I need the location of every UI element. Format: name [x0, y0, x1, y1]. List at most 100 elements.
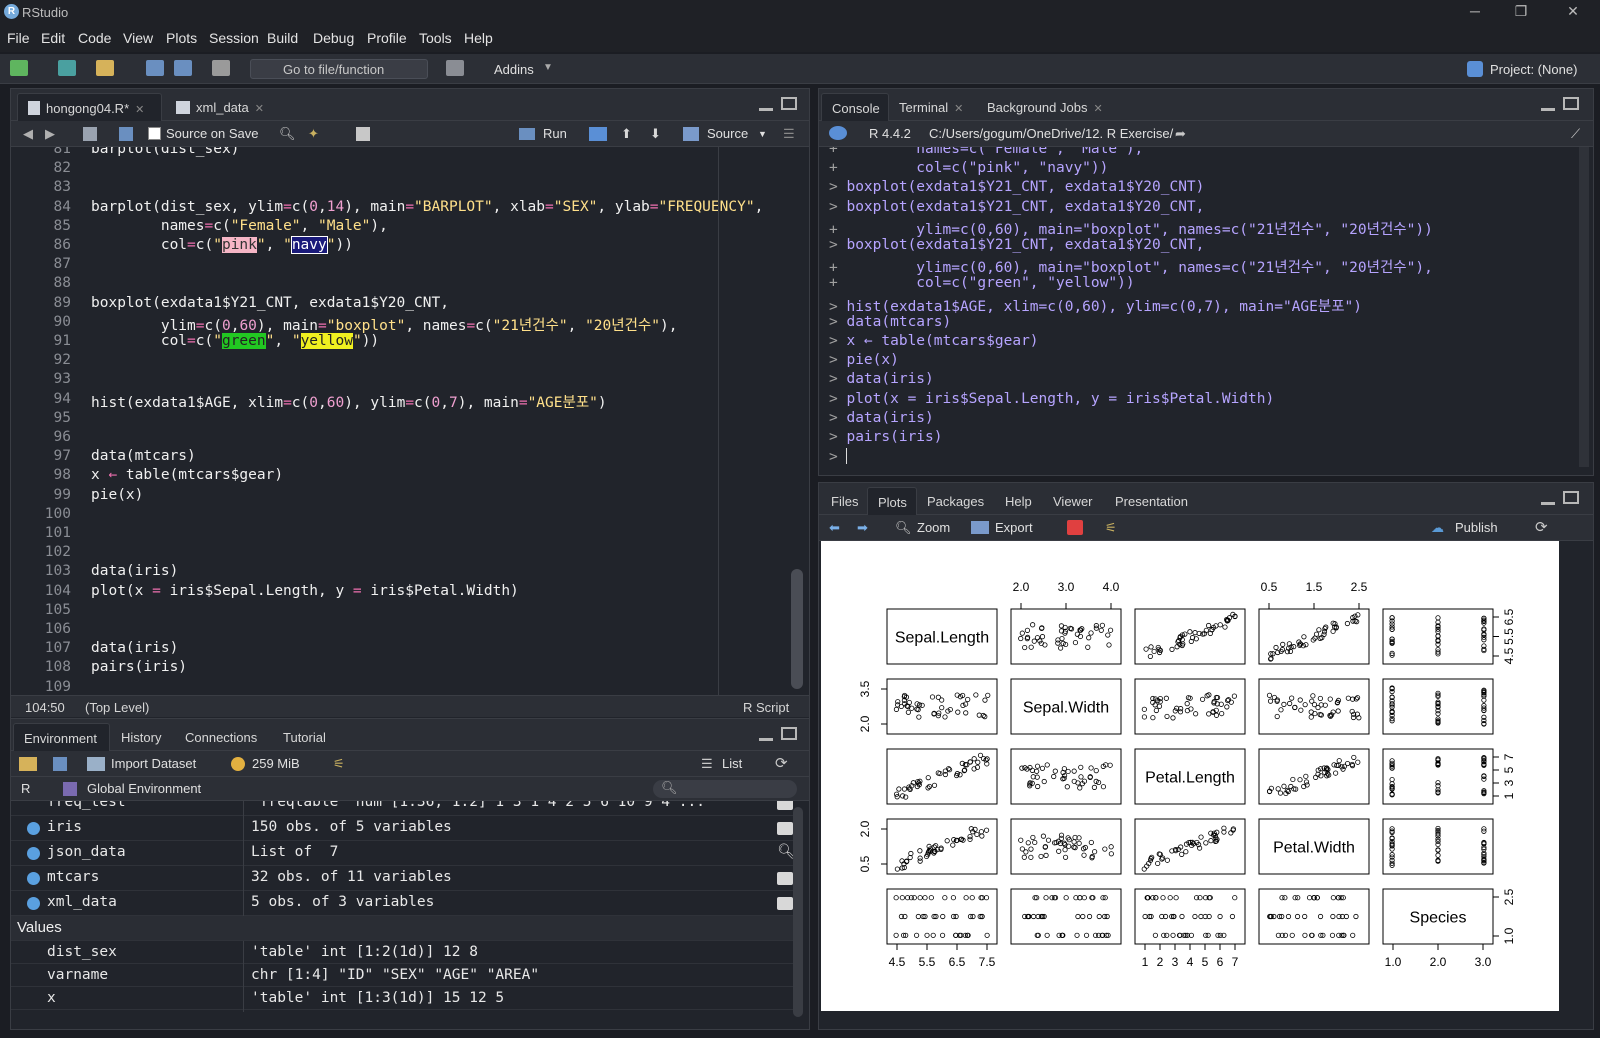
tab-files[interactable]: Files [821, 487, 867, 515]
publish-icon[interactable]: ☁ [1431, 520, 1444, 536]
tab-connections[interactable]: Connections [175, 723, 271, 751]
addins-menu[interactable]: Addins [494, 62, 534, 77]
load-workspace-icon[interactable] [19, 757, 37, 771]
tab-help[interactable]: Help [995, 487, 1043, 515]
environment-search-input[interactable]: 🔍︎ [653, 780, 797, 798]
menu-debug[interactable]: Debug [313, 30, 354, 46]
environment-value-row[interactable]: x 'table' int [1:3(1d)] 15 12 5 [11, 987, 799, 1012]
environment-value-row[interactable]: varname chr [1:4] "ID" "SEX" "AGE" "AREA" [11, 964, 799, 989]
memory-usage[interactable]: 259 MiB [252, 756, 300, 771]
console-scrollbar[interactable] [1579, 147, 1589, 467]
tab-tutorial[interactable]: Tutorial [273, 723, 345, 751]
close-tab-icon[interactable]: ✕ [255, 103, 264, 115]
remove-plot-icon[interactable] [1067, 520, 1083, 535]
environment-data-row[interactable]: json_data List of 7 🔍︎ [11, 841, 799, 866]
minimize-pane-icon[interactable] [1541, 499, 1555, 505]
source-file-icon[interactable] [683, 127, 699, 141]
export-icon[interactable] [971, 521, 989, 534]
menu-edit[interactable]: Edit [41, 30, 65, 46]
new-file-icon[interactable] [10, 60, 28, 76]
console-output[interactable]: + names=c("Female", "Male"), + col=c("pin… [819, 147, 1593, 475]
code-editor[interactable]: 81 barplot(dist_sex) 82 83 84 barplot(dist_se… [11, 147, 809, 695]
maximize-pane-icon[interactable] [781, 727, 797, 740]
tab-history[interactable]: History [111, 723, 175, 751]
environment-data-row[interactable]: mtcars 32 obs. of 11 variables [11, 866, 799, 891]
tab-presentation[interactable]: Presentation [1105, 487, 1201, 515]
zoom-button[interactable]: Zoom [917, 520, 950, 535]
view-table-icon[interactable] [777, 897, 793, 910]
menu-session[interactable]: Session [209, 30, 259, 46]
tab-packages[interactable]: Packages [917, 487, 995, 515]
expand-icon[interactable] [27, 822, 40, 835]
tab-environment[interactable]: Environment [13, 723, 110, 751]
scope-indicator[interactable]: (Top Level) [85, 700, 149, 715]
menu-help[interactable]: Help [464, 30, 493, 46]
environment-data-row[interactable]: freq_test 'freqtable' num [1:36, 1:2] 1 3… [11, 801, 799, 816]
menu-build[interactable]: Build [267, 30, 298, 46]
compile-report-icon[interactable] [356, 127, 370, 141]
minimize-pane-icon[interactable] [759, 735, 773, 741]
save-file-icon[interactable] [119, 127, 133, 141]
tab-hongong04[interactable]: hongong04.R* ✕ [17, 93, 162, 121]
previous-plot-icon[interactable]: ⬅ [829, 520, 840, 536]
search-icon[interactable]: 🔍︎ [279, 126, 296, 142]
addins-chevron-down-icon[interactable]: ▼ [543, 62, 553, 73]
broom-icon[interactable]: ⚟ [333, 756, 345, 772]
save-icon[interactable] [146, 60, 164, 76]
menu-plots[interactable]: Plots [166, 30, 197, 46]
menu-view[interactable]: View [123, 30, 153, 46]
close-tab-icon[interactable]: ✕ [1093, 103, 1102, 115]
tab-plots[interactable]: Plots [867, 487, 917, 515]
back-arrow-icon[interactable]: ◀ [23, 126, 33, 142]
refresh-plot-icon[interactable]: ⟳ [1535, 518, 1548, 536]
next-plot-icon[interactable]: ➡ [857, 520, 868, 536]
source-on-save-checkbox[interactable] [148, 127, 161, 140]
menu-tools[interactable]: Tools [419, 30, 452, 46]
scope-select[interactable]: Global Environment [87, 781, 201, 796]
expand-icon[interactable] [27, 897, 40, 910]
run-icon[interactable] [519, 128, 535, 140]
source-button[interactable]: Source [707, 126, 748, 141]
language-select[interactable]: R [21, 781, 30, 796]
export-button[interactable]: Export [995, 520, 1033, 535]
close-icon[interactable]: ✕ [1550, 0, 1596, 24]
minimize-icon[interactable]: ─ [1452, 0, 1498, 24]
run-button[interactable]: Run [543, 126, 567, 141]
environment-value-row[interactable]: dist_sex 'table' int [1:2(1d)] 12 8 [11, 941, 799, 966]
view-table-icon[interactable] [777, 801, 793, 810]
environment-scrollbar[interactable] [793, 807, 803, 1017]
view-table-icon[interactable] [777, 872, 793, 885]
clear-console-icon[interactable]: ⟋ [1571, 126, 1580, 142]
editor-scrollbar[interactable] [791, 569, 803, 689]
tab-console[interactable]: Console [821, 93, 889, 121]
outline-icon[interactable]: ☰ [783, 126, 795, 142]
up-arrow-icon[interactable]: ⬆ [621, 126, 632, 142]
maximize-pane-icon[interactable] [1563, 491, 1579, 504]
expand-icon[interactable] [27, 872, 40, 885]
tab-xml-data[interactable]: xml_data ✕ [166, 93, 274, 121]
save-workspace-icon[interactable] [53, 757, 67, 771]
close-tab-icon[interactable]: ✕ [135, 104, 144, 116]
minimize-pane-icon[interactable] [1541, 105, 1555, 111]
environment-data-row[interactable]: xml_data 5 obs. of 3 variables [11, 891, 799, 916]
source-chevron-down-icon[interactable]: ▼ [758, 129, 767, 139]
project-menu[interactable]: Project: (None) [1490, 62, 1577, 77]
minimize-pane-icon[interactable] [759, 105, 773, 111]
goto-file-input[interactable]: Go to file/function [250, 59, 428, 79]
menu-profile[interactable]: Profile [367, 30, 407, 46]
file-type[interactable]: R Script [743, 700, 789, 715]
print-icon[interactable] [212, 60, 230, 76]
expand-icon[interactable] [27, 847, 40, 860]
menu-file[interactable]: File [7, 30, 30, 46]
go-to-directory-icon[interactable]: ➦ [1175, 126, 1186, 142]
grid-layout-icon[interactable] [446, 60, 464, 76]
save-all-icon[interactable] [174, 60, 192, 76]
forward-arrow-icon[interactable]: ▶ [45, 126, 55, 142]
tab-viewer[interactable]: Viewer [1043, 487, 1103, 515]
view-table-icon[interactable] [777, 822, 793, 835]
menu-code[interactable]: Code [78, 30, 111, 46]
maximize-pane-icon[interactable] [1563, 97, 1579, 110]
plot-area[interactable]: Sepal.Length Sepal.Width Petal.Length Petal… [821, 541, 1559, 1011]
refresh-icon[interactable]: ⟳ [775, 754, 788, 772]
restore-icon[interactable]: ❐ [1498, 0, 1544, 24]
